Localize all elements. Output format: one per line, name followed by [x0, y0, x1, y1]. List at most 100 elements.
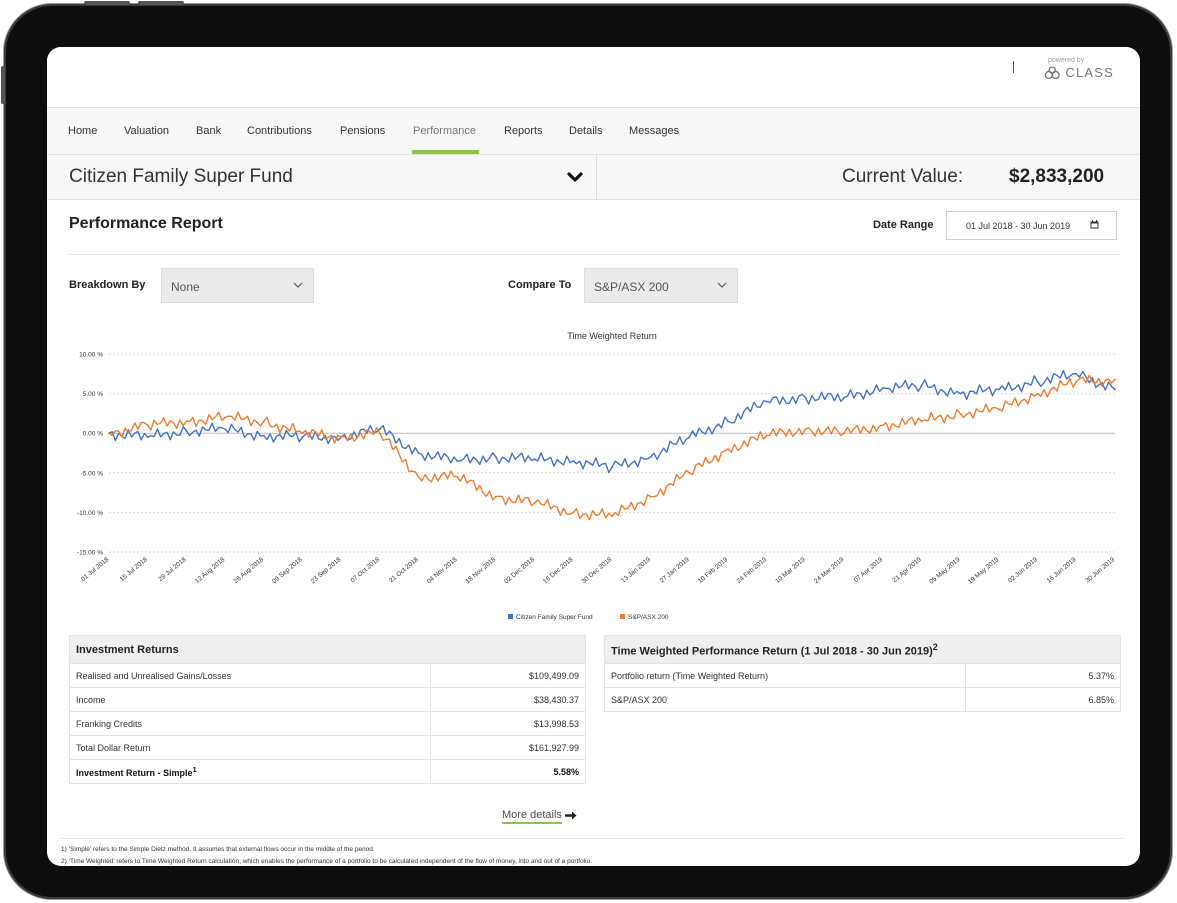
nav-contributions[interactable]: Contributions	[247, 125, 312, 137]
data-point	[920, 384, 923, 387]
x-tick-label: 13 Jan 2019	[620, 556, 652, 585]
x-tick-label: 30 Jun 2019	[1084, 556, 1116, 585]
nav-performance[interactable]: Performance	[413, 125, 476, 137]
row-label: Portfolio return (Time Weighted Return)	[604, 663, 966, 688]
x-tick-label: 10 Feb 2019	[697, 556, 730, 585]
x-tick-label: 05 May 2019	[928, 556, 962, 586]
data-point	[1075, 380, 1078, 383]
x-tick-label: 24 Mar 2019	[813, 556, 846, 585]
data-point	[301, 432, 304, 435]
series-line	[108, 374, 1116, 521]
page-title: Performance Report	[69, 215, 223, 232]
footnote-ref: 1	[192, 765, 197, 774]
row-label: Total Dollar Return	[69, 735, 431, 760]
active-tab-indicator	[412, 150, 479, 154]
table-row: Franking Credits $13,998.53	[69, 711, 586, 736]
breakdown-select[interactable]: None	[161, 268, 314, 303]
data-point	[533, 458, 536, 461]
x-tick-label: 27 Jan 2019	[659, 556, 691, 585]
row-label: S&P/ASX 200	[604, 687, 966, 712]
data-point	[1036, 392, 1039, 395]
table-row: Portfolio return (Time Weighted Return) …	[604, 663, 1121, 688]
chart-title: Time Weighted Return	[567, 331, 657, 341]
nav-pensions[interactable]: Pensions	[340, 125, 385, 137]
compare-select[interactable]: S&P/ASX 200	[584, 268, 738, 303]
volume-button	[84, 1, 130, 5]
y-tick-label: 5.00 %	[83, 391, 103, 398]
x-tick-label: 07 Apr 2019	[853, 556, 885, 584]
y-tick-label: -5.00 %	[81, 470, 104, 477]
nav-details[interactable]: Details	[569, 125, 603, 137]
data-point	[495, 456, 497, 458]
x-tick-label: 21 Apr 2019	[891, 556, 923, 584]
data-point	[533, 501, 536, 504]
total-label: Investment Return - Simple1	[69, 759, 431, 784]
class-logo: CLASS	[1044, 65, 1114, 80]
nav-messages[interactable]: Messages	[629, 125, 679, 137]
data-point	[572, 460, 575, 462]
nav-bank[interactable]: Bank	[196, 125, 221, 137]
arrow-right-icon	[564, 811, 577, 820]
y-tick-label: -15.00 %	[77, 550, 103, 557]
twr-title-text: Time Weighted Performance Return (1 Jul …	[611, 645, 933, 658]
nav-home[interactable]: Home	[68, 125, 97, 137]
x-tick-label: 02 Dec 2018	[503, 556, 536, 585]
x-tick-label: 10 Mar 2019	[774, 556, 807, 585]
series-line	[108, 370, 1116, 474]
data-point	[417, 452, 420, 454]
legend-swatch	[508, 614, 513, 619]
main-nav: Home Valuation Bank Contributions Pensio…	[47, 108, 1140, 155]
chevron-down-icon	[717, 282, 727, 288]
data-point	[765, 434, 768, 437]
data-point	[843, 432, 846, 435]
x-tick-label: 12 Aug 2018	[194, 556, 227, 585]
nav-valuation[interactable]: Valuation	[124, 125, 169, 137]
data-point	[262, 420, 265, 423]
investment-returns-title: Investment Returns	[69, 635, 586, 664]
tablet-frame: powered by CLASS Home Valuation Bank Con…	[1, 1, 1172, 899]
data-point	[804, 396, 807, 399]
table-row: Realised and Unrealised Gains/Losses $10…	[69, 663, 586, 688]
data-point	[727, 448, 729, 450]
table-row: Income $38,430.37	[69, 687, 586, 712]
more-details-link[interactable]: More details	[502, 809, 577, 824]
data-point	[378, 432, 381, 435]
row-value: $161,927.99	[430, 735, 586, 760]
date-range-input[interactable]: 01 Jul 2018 - 30 Jun 2019	[946, 211, 1117, 240]
footnote-2: 2) ‘Time Weighted’ refers to Time Weight…	[61, 858, 593, 865]
fund-bar: Citizen Family Super Fund Current Value:…	[47, 155, 1140, 200]
class-logo-text: CLASS	[1065, 65, 1114, 80]
x-tick-label: 16 Jun 2019	[1046, 556, 1078, 585]
data-point	[146, 436, 149, 439]
current-value-label: Current Value:	[842, 166, 964, 187]
row-value: 6.85%	[965, 687, 1121, 712]
chevron-down-icon[interactable]	[566, 168, 584, 186]
data-point	[224, 416, 226, 419]
x-tick-label: 21 Oct 2018	[388, 556, 420, 584]
data-point	[804, 428, 807, 431]
data-point	[765, 400, 768, 403]
x-tick-label: 18 Nov 2018	[464, 556, 497, 585]
nav-reports[interactable]: Reports	[504, 125, 543, 137]
data-point	[417, 475, 420, 478]
twr-table: Time Weighted Performance Return (1 Jul …	[604, 635, 1121, 712]
footnote-divider	[61, 838, 1123, 839]
date-range-label: Date Range	[873, 219, 934, 231]
volume-button	[138, 1, 184, 5]
total-label-text: Investment Return - Simple	[76, 768, 193, 778]
row-label: Franking Credits	[69, 711, 431, 736]
x-tick-label: 15 Jul 2018	[119, 556, 150, 583]
data-point	[185, 420, 188, 423]
data-point	[611, 466, 613, 469]
x-tick-label: 01 Jul 2018	[80, 556, 111, 583]
x-tick-label: 26 Aug 2018	[233, 556, 266, 585]
legend-swatch	[620, 614, 625, 619]
data-point	[224, 428, 226, 431]
table-row: S&P/ASX 200 6.85%	[604, 687, 1121, 712]
data-point	[572, 511, 575, 514]
row-value: $109,499.09	[430, 663, 586, 688]
data-point	[456, 475, 459, 478]
data-point	[688, 436, 691, 439]
fund-name: Citizen Family Super Fund	[69, 166, 293, 187]
x-tick-label: 02 Jun 2019	[1007, 556, 1039, 585]
